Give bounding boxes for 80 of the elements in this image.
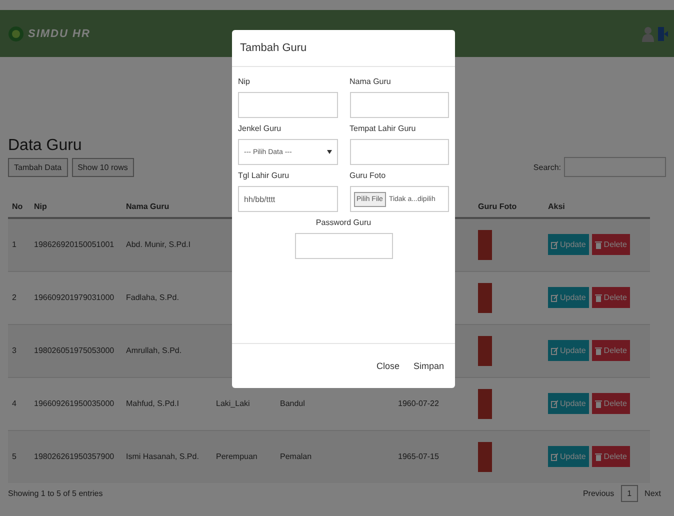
photo-placeholder xyxy=(478,388,492,418)
table-cell: Ismi Hasanah, S.Pd. xyxy=(126,452,199,462)
table-cell: Bandul xyxy=(280,399,305,408)
delete-button[interactable]: Delete xyxy=(592,287,630,308)
column-header[interactable]: Aksi xyxy=(548,202,565,210)
show-rows-button[interactable]: Show 10 rows xyxy=(72,158,134,177)
logo-text: SIMDU HR xyxy=(28,28,90,40)
update-button[interactable]: Update xyxy=(548,234,589,256)
table-cell: 1965-07-15 xyxy=(398,452,439,462)
photo-placeholder xyxy=(478,230,492,260)
table-cell: Amrullah, S.Pd. xyxy=(126,346,182,355)
dialog-title: Tambah Guru xyxy=(240,42,307,54)
update-button[interactable]: Update xyxy=(548,340,589,361)
table-cell: 2 xyxy=(12,293,16,302)
table-cell: 1 xyxy=(12,240,16,250)
table-cell: 196609201979031000 xyxy=(34,293,114,302)
column-header[interactable]: Nama Guru xyxy=(126,202,170,210)
input-field[interactable] xyxy=(238,92,338,118)
password-field[interactable] xyxy=(294,233,392,259)
user-icon[interactable] xyxy=(642,26,654,42)
column-header[interactable]: Guru Foto xyxy=(478,202,517,210)
photo-placeholder xyxy=(478,442,492,472)
edit-icon xyxy=(551,294,558,302)
update-button[interactable]: Update xyxy=(548,446,589,468)
input-field[interactable] xyxy=(350,92,449,118)
table-cell: Pemalan xyxy=(280,452,312,462)
trash-icon xyxy=(594,240,602,249)
field-label: Jenkel Guru xyxy=(238,124,282,133)
field-label: Password Guru xyxy=(316,218,372,227)
delete-button[interactable]: Delete xyxy=(592,234,630,256)
search-field[interactable] xyxy=(564,157,666,177)
previous-button[interactable]: Previous xyxy=(578,486,620,501)
field-label: Nip xyxy=(238,77,252,86)
date-field[interactable]: hh/bb/tttt xyxy=(238,186,338,212)
delete-button[interactable]: Delete xyxy=(592,340,630,361)
table-cell: Fadlaha, S.Pd. xyxy=(126,293,179,302)
column-header[interactable]: Nip xyxy=(34,202,47,210)
table-cell: 198026261950357900 xyxy=(34,452,114,462)
search-label: Search: xyxy=(533,162,561,172)
page-button[interactable]: 1 xyxy=(621,485,638,502)
photo-placeholder xyxy=(478,282,492,312)
edit-icon xyxy=(551,240,558,249)
page-title: Data Guru xyxy=(8,137,83,155)
table-cell: 3 xyxy=(12,346,16,355)
close-button[interactable]: Close xyxy=(371,358,404,374)
table-cell: Abd. Munir, S.Pd.I xyxy=(126,240,190,250)
edit-icon xyxy=(551,452,558,461)
add-data-button[interactable]: Tambah Data xyxy=(8,158,68,177)
table-cell: 198026051975053000 xyxy=(34,346,114,355)
dropdown-caret-icon xyxy=(326,150,332,154)
table-cell: 196609261950035000 xyxy=(34,399,114,408)
edit-icon xyxy=(551,346,558,354)
logo-icon xyxy=(8,26,24,42)
logout-icon[interactable] xyxy=(658,26,668,42)
table-cell: 4 xyxy=(12,399,16,408)
delete-button[interactable]: Delete xyxy=(592,446,630,468)
table-info: Showing 1 to 5 of 5 entries xyxy=(8,489,103,498)
delete-button[interactable]: Delete xyxy=(592,393,630,414)
table-cell: 5 xyxy=(12,452,16,462)
trash-icon xyxy=(594,294,602,302)
trash-icon xyxy=(594,346,602,354)
field-label: Nama Guru xyxy=(350,77,392,86)
edit-icon xyxy=(551,400,558,408)
table-cell: 1960-07-22 xyxy=(398,399,439,408)
next-button[interactable]: Next xyxy=(640,486,666,501)
trash-icon xyxy=(594,452,602,461)
table-cell: Mahfud, S.Pd.I xyxy=(126,399,179,408)
field-label: Tgl Lahir Guru xyxy=(238,171,290,180)
save-button[interactable]: Simpan xyxy=(408,358,449,374)
input-field[interactable] xyxy=(350,139,449,165)
update-button[interactable]: Update xyxy=(548,287,589,308)
table-cell: Laki_Laki xyxy=(216,399,250,408)
trash-icon xyxy=(594,400,602,408)
field-label: Guru Foto xyxy=(350,171,387,180)
table-cell: Perempuan xyxy=(216,452,258,462)
table-cell: 198626920150051001 xyxy=(34,240,114,250)
field-label: Tempat Lahir Guru xyxy=(350,124,417,133)
column-header[interactable]: No xyxy=(12,202,23,210)
photo-placeholder xyxy=(478,336,492,366)
update-button[interactable]: Update xyxy=(548,393,589,414)
